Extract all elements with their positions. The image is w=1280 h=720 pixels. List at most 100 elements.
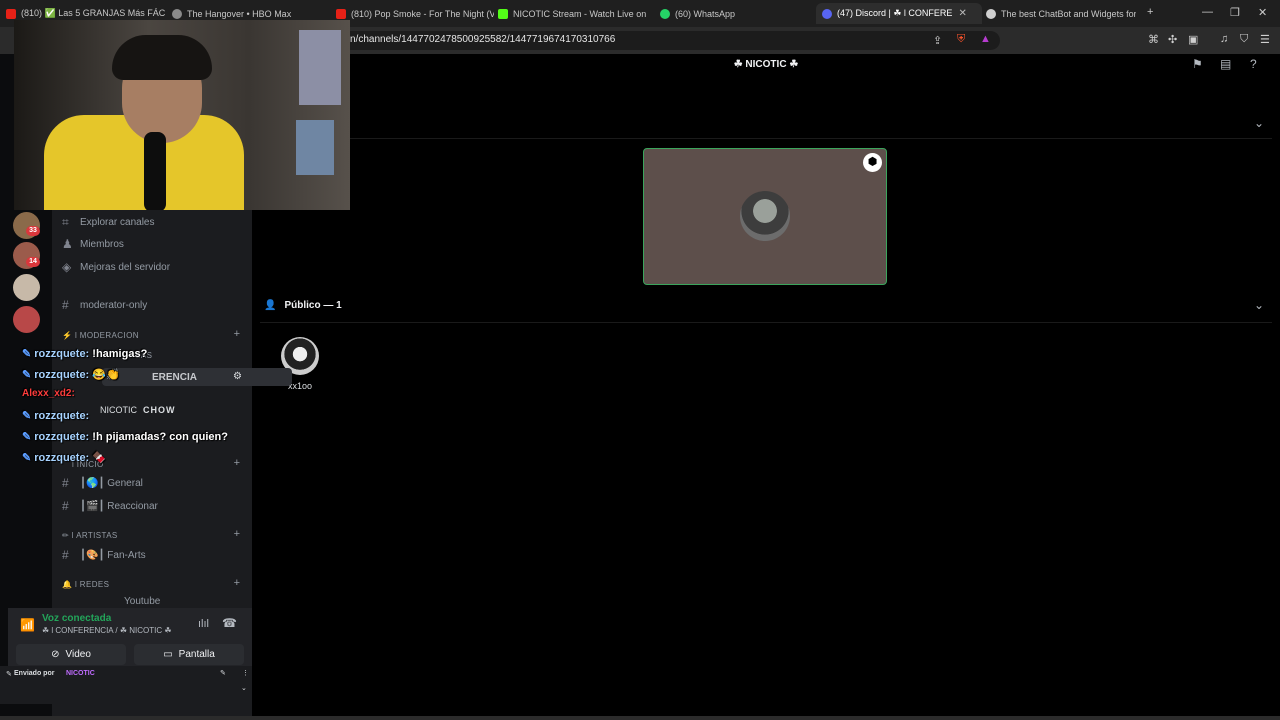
taskbar-edge	[0, 716, 1280, 720]
noise-suppression-icon[interactable]: ılıl	[198, 618, 209, 630]
members-item[interactable]: ♟ Miembros	[62, 235, 124, 253]
brave-rewards-icon[interactable]: ▲	[980, 33, 991, 45]
chat-message: ✎ rozzquete:	[22, 410, 90, 422]
poster-image	[299, 30, 341, 105]
close-window-icon[interactable]: ✕	[1258, 6, 1267, 19]
close-tab-icon[interactable]: ✕	[958, 8, 966, 19]
new-tab-icon[interactable]: +	[1147, 6, 1153, 18]
extensions-icon[interactable]: ✣	[1168, 33, 1177, 46]
sent-by-bar: ✎ Enviado por NICOTIC ✎ ⋮ ⌄	[0, 666, 252, 704]
discord-icon	[822, 8, 832, 19]
chat-message: ✎ rozzquete: !h pijamadas? con quien?	[22, 431, 228, 443]
more-icon[interactable]: ⋮	[242, 669, 249, 677]
collapse-speakers-chevron-icon[interactable]: ⌄	[1254, 116, 1264, 130]
kick-icon	[498, 8, 508, 19]
boost-icon: ◈	[62, 260, 72, 274]
poster-image	[296, 120, 334, 175]
channel-moderator-only[interactable]: # moderator-only	[62, 296, 147, 314]
pin-icon: ✎	[6, 671, 12, 678]
members-icon: ♟	[62, 237, 73, 251]
translate-icon[interactable]: ⌘	[1148, 33, 1159, 46]
tab-discord[interactable]: (47) Discord | ☘ l CONFERE ✕	[816, 3, 982, 24]
audience-header: 👤 Público — 1	[264, 300, 342, 311]
chat-message: Alexx_xd2:	[22, 388, 75, 399]
channel-fan-arts[interactable]: # ┃🎨┃ Fan-Arts	[62, 546, 146, 564]
streamer-hair	[112, 35, 212, 80]
channel-reaccionar[interactable]: # ┃🎬┃ Reaccionar	[62, 497, 158, 515]
screen-icon: ▭	[163, 649, 173, 660]
people-icon: 👤	[264, 300, 277, 311]
voice-status[interactable]: Voz conectada	[42, 613, 111, 624]
hash-icon: #	[62, 298, 69, 312]
youtube-icon	[6, 8, 16, 19]
tab-kick-stream[interactable]: NICOTIC Stream - Watch Live on	[498, 3, 656, 24]
stage-channel-view: ☘ NICOTIC ☘ ⚑ ▤ ? ⌄ ⬢ 👤 Público — 1 ⌄ xx…	[252, 54, 1280, 716]
hbo-icon	[172, 8, 182, 19]
add-channel-icon[interactable]: +	[234, 577, 240, 589]
whatsapp-icon	[660, 8, 670, 19]
share-icon[interactable]: ⇪	[933, 34, 942, 47]
mention-badge: 33	[26, 226, 40, 236]
inbox-icon[interactable]: ▤	[1220, 57, 1231, 71]
hash-icon: #	[62, 548, 69, 562]
audience-header-label: Público — 1	[284, 300, 342, 311]
chat-message: ✎ rozzquete: !hamigas?	[22, 348, 148, 360]
voice-location[interactable]: ☘ l CONFERENCIA / ☘ NICOTIC ☘	[42, 626, 172, 635]
tab-whatsapp[interactable]: (60) WhatsApp	[660, 3, 810, 24]
pin-icon[interactable]: ✎	[220, 669, 226, 677]
pin-icon: ✎	[22, 369, 32, 381]
compass-icon: ⌗	[62, 214, 69, 229]
tab-chatbot[interactable]: The best ChatBot and Widgets for K	[986, 3, 1136, 24]
music-icon[interactable]: ♫	[1220, 33, 1228, 45]
divider	[260, 138, 1272, 139]
url-field[interactable]: n/channels/1447702478500925582/144771967…	[340, 31, 1000, 50]
pin-icon: ✎	[22, 431, 32, 443]
server-boosts-item[interactable]: ◈ Mejoras del servidor	[62, 258, 170, 276]
settings-icon[interactable]: ⚙	[233, 371, 242, 382]
moderator-badge-icon: ⬢	[863, 153, 882, 172]
channel-youtube[interactable]: Youtube	[124, 596, 160, 606]
menu-icon[interactable]: ☰	[1260, 33, 1270, 46]
restore-icon[interactable]: ❐	[1230, 6, 1240, 19]
chevron-down-icon[interactable]: ⌄	[241, 684, 247, 692]
screen-share-button[interactable]: ▭ Pantalla	[134, 644, 244, 665]
live-user-item[interactable]: NICOTIC CHOW	[100, 401, 176, 419]
category-moderacion[interactable]: ⚡ l MODERACION	[62, 331, 139, 340]
chat-message: ✎ rozzquete: 🍫	[22, 452, 106, 464]
chatbot-icon	[986, 8, 996, 19]
disconnect-icon[interactable]: ☎	[222, 616, 237, 630]
wallet-icon[interactable]: ⛉	[1240, 33, 1248, 46]
voice-panel: 📶 Voz conectada ☘ l CONFERENCIA / ☘ NICO…	[8, 608, 252, 668]
sidebar-icon[interactable]: ▣	[1188, 33, 1198, 46]
webcam-overlay	[14, 20, 350, 210]
server-icon[interactable]	[13, 306, 40, 333]
signal-icon[interactable]: 📶	[20, 618, 35, 632]
category-redes[interactable]: 🔔 l REDES	[62, 580, 109, 589]
hash-icon: #	[62, 476, 69, 490]
speaker-avatar	[740, 191, 790, 241]
divider	[260, 322, 1272, 323]
microphone	[144, 132, 166, 210]
explore-channels-item[interactable]: ⌗ Explorar canales	[62, 213, 154, 231]
channel-general[interactable]: # ┃🌎┃ General	[62, 474, 143, 492]
sent-by-label: Enviado por	[14, 670, 55, 677]
stage-title: ☘ NICOTIC ☘	[733, 59, 799, 70]
camera-off-icon: ⊘	[51, 649, 60, 660]
flag-icon[interactable]: ⚑	[1192, 57, 1203, 71]
minimize-icon[interactable]: —	[1202, 6, 1213, 18]
add-channel-icon[interactable]: +	[234, 528, 240, 540]
add-channel-icon[interactable]: +	[234, 457, 240, 469]
video-button[interactable]: ⊘ Video	[16, 644, 126, 665]
help-icon[interactable]: ?	[1250, 57, 1257, 71]
server-icon[interactable]	[13, 274, 40, 301]
tab-popsmoke[interactable]: (810) Pop Smoke - For The Night (Vi	[336, 3, 494, 24]
channel-conferencia[interactable]: ERENCIA	[102, 368, 292, 386]
collapse-audience-chevron-icon[interactable]: ⌄	[1254, 298, 1264, 312]
category-artistas[interactable]: ✏ l ARTISTAS	[62, 531, 118, 540]
add-channel-icon[interactable]: +	[234, 328, 240, 340]
brave-shield-icon[interactable]: ⛨	[957, 33, 965, 46]
pin-icon: ✎	[22, 348, 32, 360]
youtube-icon	[336, 8, 346, 19]
speaker-tile[interactable]: ⬢	[643, 148, 887, 285]
url-text[interactable]: n/channels/1447702478500925582/144771967…	[350, 34, 615, 45]
